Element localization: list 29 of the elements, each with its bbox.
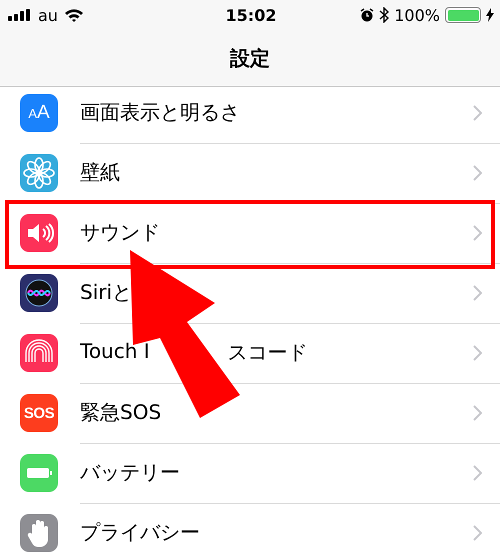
row-label: 壁紙 xyxy=(80,159,120,186)
chevron-icon xyxy=(473,344,482,360)
carrier: au xyxy=(38,6,58,24)
clock-time: 15:02 xyxy=(226,6,276,24)
battery-icon xyxy=(445,7,481,23)
chevron-icon xyxy=(473,104,482,120)
chevron-icon xyxy=(473,164,482,180)
alarm-clock-icon xyxy=(360,8,374,22)
bluetooth-icon xyxy=(379,7,390,23)
chevron-icon xyxy=(473,224,482,240)
chevron-icon xyxy=(473,284,482,300)
battery-percent: 100% xyxy=(394,6,440,24)
row-label: Touch I xyxy=(80,339,150,365)
row-label: スコード xyxy=(228,339,308,366)
chevron-icon xyxy=(473,524,482,540)
row-label: プライバシー xyxy=(80,519,200,546)
nav-title: 設定 xyxy=(230,44,270,72)
row-label: 画面表示と明るさ xyxy=(80,99,240,126)
row-label: Siriと xyxy=(80,279,132,306)
sos-icon: SOS xyxy=(20,394,58,432)
row-label: 緊急SOS xyxy=(80,399,162,426)
chevron-icon xyxy=(473,404,482,420)
charging-bolt-icon xyxy=(486,8,494,22)
text-size-icon: AA xyxy=(20,94,58,132)
chevron-icon xyxy=(473,464,482,480)
signal-icon xyxy=(8,9,32,21)
wifi-icon xyxy=(64,8,84,22)
row-label: バッテリー xyxy=(80,459,180,486)
row-label: サウンド xyxy=(80,219,160,246)
